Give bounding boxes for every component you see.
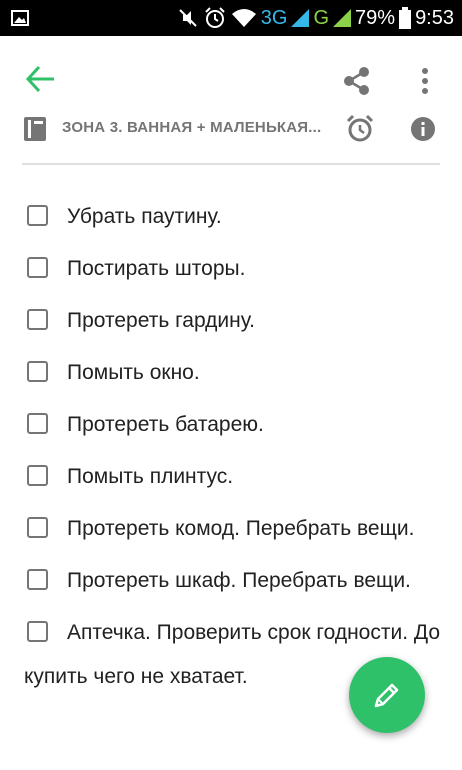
arrow-left-icon: [25, 65, 54, 93]
more-options-button[interactable]: [408, 64, 442, 98]
signal-icon-2: [333, 9, 352, 27]
checklist-item-text[interactable]: Протереть шкаф. Перебрать вещи.: [24, 559, 448, 611]
checklist-item-text[interactable]: Протереть батарею.: [24, 403, 448, 455]
image-notification-icon: [11, 10, 29, 26]
checklist-item-text[interactable]: Убрать паутину.: [24, 195, 448, 247]
alarm-status-icon: [205, 7, 225, 28]
checklist-item: Протереть комод. Перебрать вещи.: [0, 507, 462, 559]
back-button[interactable]: [24, 62, 58, 96]
checkbox[interactable]: [27, 569, 48, 590]
checklist-item-text[interactable]: Постирать шторы.: [24, 247, 448, 299]
signal-icon-1: [291, 9, 310, 27]
checkbox[interactable]: [27, 205, 48, 226]
notebook-title[interactable]: ЗОНА 3. ВАННАЯ + МАЛЕНЬКАЯ...: [62, 119, 340, 136]
checklist-item: Убрать паутину.: [0, 195, 462, 247]
pencil-icon: [374, 683, 399, 708]
checklist-item: Протереть гардину.: [0, 299, 462, 351]
edit-fab-button[interactable]: [349, 657, 425, 733]
info-button[interactable]: [408, 114, 438, 144]
alarm-clock-icon: [346, 114, 374, 142]
checklist-item: Постирать шторы.: [0, 247, 462, 299]
info-icon: [411, 117, 435, 141]
network-g-label: G: [313, 6, 330, 29]
checkbox[interactable]: [27, 257, 48, 278]
network-3g-label: 3G: [260, 6, 288, 29]
checkbox[interactable]: [27, 621, 48, 642]
checklist-item: Протереть батарею.: [0, 403, 462, 455]
checklist-item: Помыть плинтус.: [0, 455, 462, 507]
checklist-item: Протереть шкаф. Перебрать вещи.: [0, 559, 462, 611]
notebook-icon[interactable]: [22, 116, 48, 142]
share-icon: [344, 67, 369, 95]
mute-icon: [179, 9, 197, 27]
battery-icon: [399, 7, 412, 29]
checklist: Убрать паутину. Постирать шторы. Протере…: [0, 195, 462, 707]
checklist-item: Помыть окно.: [0, 351, 462, 403]
reminder-button[interactable]: [345, 114, 375, 144]
clock: 9:53: [415, 6, 454, 29]
checklist-item-text[interactable]: Помыть плинтус.: [24, 455, 448, 507]
checkbox[interactable]: [27, 517, 48, 538]
wifi-icon: [231, 9, 256, 27]
checklist-item-text[interactable]: Протереть комод. Перебрать вещи.: [24, 507, 448, 559]
checkbox[interactable]: [27, 413, 48, 434]
status-bar: 3G G 79% 9:53: [0, 0, 462, 36]
note-header: ЗОНА 3. ВАННАЯ + МАЛЕНЬКАЯ...: [0, 108, 462, 148]
checkbox[interactable]: [27, 465, 48, 486]
checklist-item-text[interactable]: Помыть окно.: [24, 351, 448, 403]
checkbox[interactable]: [27, 309, 48, 330]
battery-percent: 79%: [355, 6, 396, 29]
share-button[interactable]: [340, 64, 374, 98]
more-vertical-icon: [422, 68, 428, 94]
checkbox[interactable]: [27, 361, 48, 382]
status-icons: 3G G 79% 9:53: [177, 0, 454, 36]
checklist-item-text[interactable]: Протереть гардину.: [24, 299, 448, 351]
divider: [22, 163, 440, 165]
